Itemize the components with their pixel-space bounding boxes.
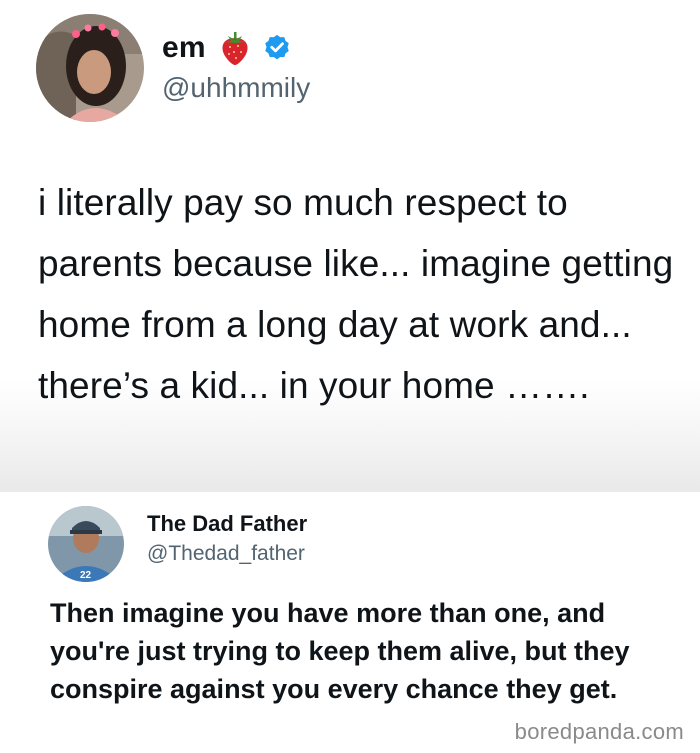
tweet-card-dad-father: 22 The Dad Father @Thedad_father Then im…	[0, 492, 700, 753]
profile-photo: 22	[48, 506, 124, 582]
tweet-text: i literally pay so much respect to paren…	[38, 182, 674, 406]
tweet-card-em: em @uhhmmily i literally pay so much res…	[0, 0, 700, 492]
display-name-text: em	[162, 31, 206, 64]
avatar[interactable]	[36, 14, 144, 122]
display-name[interactable]: The Dad Father	[147, 511, 307, 537]
profile-photo	[36, 14, 144, 122]
handle[interactable]: @Thedad_father	[147, 542, 305, 566]
verified-badge-icon	[262, 33, 292, 63]
svg-text:22: 22	[80, 570, 92, 581]
avatar[interactable]: 22	[48, 506, 124, 582]
watermark-text: boredpanda.com	[514, 719, 684, 744]
strawberry-icon	[218, 30, 252, 66]
tweet-text: Then imagine you have more than one, and…	[50, 598, 630, 704]
display-name[interactable]: em	[162, 30, 292, 66]
handle[interactable]: @uhhmmily	[162, 72, 310, 104]
